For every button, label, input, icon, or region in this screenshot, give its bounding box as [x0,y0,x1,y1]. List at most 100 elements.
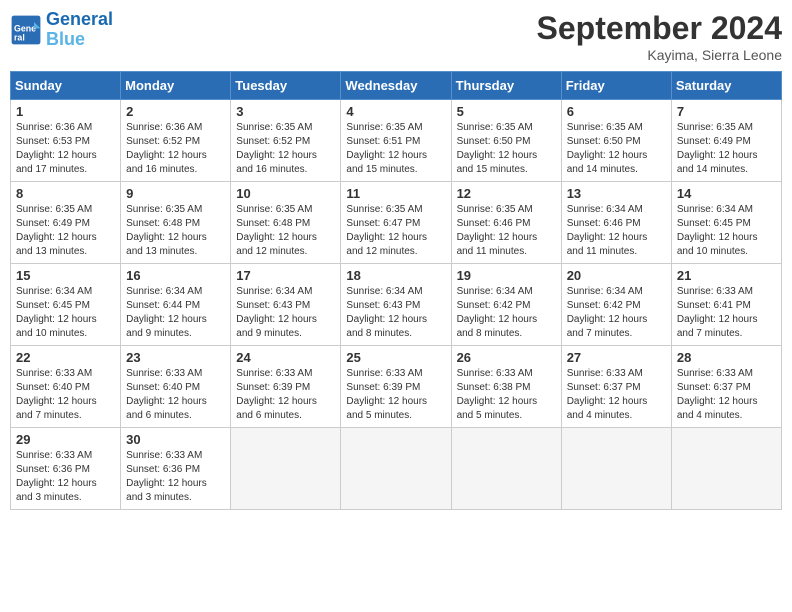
day-number: 16 [126,268,225,283]
empty-cell [231,428,341,510]
day-number: 17 [236,268,335,283]
day-number: 8 [16,186,115,201]
table-row: 15 Sunrise: 6:34 AMSunset: 6:45 PMDaylig… [11,264,121,346]
col-sunday: Sunday [11,72,121,100]
month-title: September 2024 [537,10,782,47]
empty-cell [341,428,451,510]
day-info: Sunrise: 6:34 AMSunset: 6:45 PMDaylight:… [677,203,776,259]
day-info: Sunrise: 6:35 AMSunset: 6:47 PMDaylight:… [346,203,445,259]
day-number: 7 [677,104,776,119]
day-info: Sunrise: 6:33 AMSunset: 6:40 PMDaylight:… [126,367,225,423]
day-number: 22 [16,350,115,365]
calendar-week-row: 22 Sunrise: 6:33 AMSunset: 6:40 PMDaylig… [11,346,782,428]
empty-cell [561,428,671,510]
day-info: Sunrise: 6:33 AMSunset: 6:37 PMDaylight:… [677,367,776,423]
day-number: 23 [126,350,225,365]
day-info: Sunrise: 6:36 AMSunset: 6:53 PMDaylight:… [16,121,115,177]
day-info: Sunrise: 6:35 AMSunset: 6:48 PMDaylight:… [126,203,225,259]
day-number: 1 [16,104,115,119]
calendar-header-row: Sunday Monday Tuesday Wednesday Thursday… [11,72,782,100]
day-info: Sunrise: 6:34 AMSunset: 6:43 PMDaylight:… [346,285,445,341]
day-number: 11 [346,186,445,201]
day-number: 12 [457,186,556,201]
day-info: Sunrise: 6:33 AMSunset: 6:41 PMDaylight:… [677,285,776,341]
table-row: 4 Sunrise: 6:35 AMSunset: 6:51 PMDayligh… [341,100,451,182]
table-row: 24 Sunrise: 6:33 AMSunset: 6:39 PMDaylig… [231,346,341,428]
table-row: 19 Sunrise: 6:34 AMSunset: 6:42 PMDaylig… [451,264,561,346]
table-row: 10 Sunrise: 6:35 AMSunset: 6:48 PMDaylig… [231,182,341,264]
table-row: 28 Sunrise: 6:33 AMSunset: 6:37 PMDaylig… [671,346,781,428]
title-block: September 2024 Kayima, Sierra Leone [537,10,782,63]
day-info: Sunrise: 6:33 AMSunset: 6:36 PMDaylight:… [16,449,115,505]
day-info: Sunrise: 6:35 AMSunset: 6:48 PMDaylight:… [236,203,335,259]
empty-cell [451,428,561,510]
table-row: 8 Sunrise: 6:35 AMSunset: 6:49 PMDayligh… [11,182,121,264]
col-friday: Friday [561,72,671,100]
day-number: 2 [126,104,225,119]
logo: Gene ral GeneralBlue [10,10,113,50]
logo-text: GeneralBlue [46,10,113,50]
day-number: 9 [126,186,225,201]
day-info: Sunrise: 6:35 AMSunset: 6:50 PMDaylight:… [567,121,666,177]
col-saturday: Saturday [671,72,781,100]
table-row: 25 Sunrise: 6:33 AMSunset: 6:39 PMDaylig… [341,346,451,428]
day-info: Sunrise: 6:35 AMSunset: 6:49 PMDaylight:… [677,121,776,177]
day-number: 21 [677,268,776,283]
table-row: 29 Sunrise: 6:33 AMSunset: 6:36 PMDaylig… [11,428,121,510]
col-tuesday: Tuesday [231,72,341,100]
table-row: 5 Sunrise: 6:35 AMSunset: 6:50 PMDayligh… [451,100,561,182]
day-info: Sunrise: 6:35 AMSunset: 6:46 PMDaylight:… [457,203,556,259]
logo-icon: Gene ral [10,14,42,46]
day-number: 28 [677,350,776,365]
day-number: 18 [346,268,445,283]
table-row: 22 Sunrise: 6:33 AMSunset: 6:40 PMDaylig… [11,346,121,428]
day-info: Sunrise: 6:34 AMSunset: 6:43 PMDaylight:… [236,285,335,341]
day-number: 30 [126,432,225,447]
page-header: Gene ral GeneralBlue September 2024 Kayi… [10,10,782,63]
day-info: Sunrise: 6:33 AMSunset: 6:40 PMDaylight:… [16,367,115,423]
table-row: 9 Sunrise: 6:35 AMSunset: 6:48 PMDayligh… [121,182,231,264]
table-row: 13 Sunrise: 6:34 AMSunset: 6:46 PMDaylig… [561,182,671,264]
day-info: Sunrise: 6:34 AMSunset: 6:44 PMDaylight:… [126,285,225,341]
day-number: 15 [16,268,115,283]
table-row: 30 Sunrise: 6:33 AMSunset: 6:36 PMDaylig… [121,428,231,510]
day-number: 13 [567,186,666,201]
day-info: Sunrise: 6:34 AMSunset: 6:42 PMDaylight:… [567,285,666,341]
table-row: 7 Sunrise: 6:35 AMSunset: 6:49 PMDayligh… [671,100,781,182]
table-row: 3 Sunrise: 6:35 AMSunset: 6:52 PMDayligh… [231,100,341,182]
table-row: 26 Sunrise: 6:33 AMSunset: 6:38 PMDaylig… [451,346,561,428]
day-info: Sunrise: 6:34 AMSunset: 6:42 PMDaylight:… [457,285,556,341]
day-number: 20 [567,268,666,283]
col-monday: Monday [121,72,231,100]
table-row: 23 Sunrise: 6:33 AMSunset: 6:40 PMDaylig… [121,346,231,428]
day-info: Sunrise: 6:33 AMSunset: 6:38 PMDaylight:… [457,367,556,423]
col-thursday: Thursday [451,72,561,100]
table-row: 2 Sunrise: 6:36 AMSunset: 6:52 PMDayligh… [121,100,231,182]
table-row: 21 Sunrise: 6:33 AMSunset: 6:41 PMDaylig… [671,264,781,346]
calendar-week-row: 8 Sunrise: 6:35 AMSunset: 6:49 PMDayligh… [11,182,782,264]
table-row: 27 Sunrise: 6:33 AMSunset: 6:37 PMDaylig… [561,346,671,428]
day-number: 25 [346,350,445,365]
day-info: Sunrise: 6:33 AMSunset: 6:37 PMDaylight:… [567,367,666,423]
calendar-week-row: 15 Sunrise: 6:34 AMSunset: 6:45 PMDaylig… [11,264,782,346]
day-info: Sunrise: 6:35 AMSunset: 6:49 PMDaylight:… [16,203,115,259]
day-info: Sunrise: 6:35 AMSunset: 6:52 PMDaylight:… [236,121,335,177]
table-row: 14 Sunrise: 6:34 AMSunset: 6:45 PMDaylig… [671,182,781,264]
day-info: Sunrise: 6:33 AMSunset: 6:39 PMDaylight:… [346,367,445,423]
day-number: 26 [457,350,556,365]
table-row: 17 Sunrise: 6:34 AMSunset: 6:43 PMDaylig… [231,264,341,346]
table-row: 11 Sunrise: 6:35 AMSunset: 6:47 PMDaylig… [341,182,451,264]
table-row: 16 Sunrise: 6:34 AMSunset: 6:44 PMDaylig… [121,264,231,346]
calendar-week-row: 29 Sunrise: 6:33 AMSunset: 6:36 PMDaylig… [11,428,782,510]
day-info: Sunrise: 6:33 AMSunset: 6:36 PMDaylight:… [126,449,225,505]
calendar-table: Sunday Monday Tuesday Wednesday Thursday… [10,71,782,510]
table-row: 20 Sunrise: 6:34 AMSunset: 6:42 PMDaylig… [561,264,671,346]
day-number: 4 [346,104,445,119]
table-row: 12 Sunrise: 6:35 AMSunset: 6:46 PMDaylig… [451,182,561,264]
calendar-week-row: 1 Sunrise: 6:36 AMSunset: 6:53 PMDayligh… [11,100,782,182]
empty-cell [671,428,781,510]
day-number: 27 [567,350,666,365]
day-info: Sunrise: 6:35 AMSunset: 6:51 PMDaylight:… [346,121,445,177]
table-row: 18 Sunrise: 6:34 AMSunset: 6:43 PMDaylig… [341,264,451,346]
table-row: 6 Sunrise: 6:35 AMSunset: 6:50 PMDayligh… [561,100,671,182]
